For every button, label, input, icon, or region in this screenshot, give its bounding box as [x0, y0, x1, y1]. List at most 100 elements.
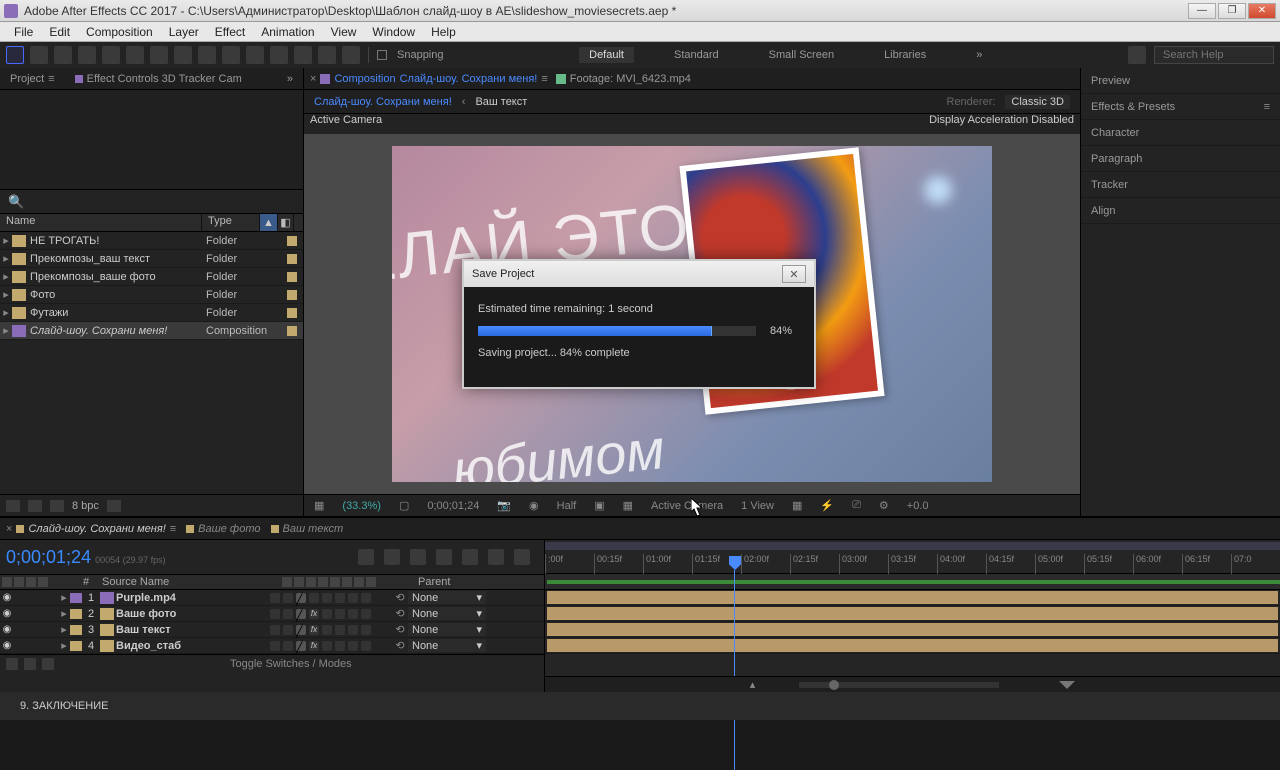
project-row[interactable]: ▸ФотоFolder	[0, 286, 303, 304]
views-dropdown[interactable]: 1 View	[737, 500, 778, 512]
new-folder-icon[interactable]	[28, 500, 42, 512]
workspace-overflow-icon[interactable]: »	[966, 47, 992, 63]
pixel-aspect-icon[interactable]: ▦	[788, 499, 806, 512]
frame-blend-switch[interactable]	[322, 609, 332, 619]
layer-name[interactable]: Ваш текст	[116, 624, 268, 636]
bpc-toggle[interactable]: 8 bpc	[72, 500, 99, 512]
panel-tracker[interactable]: Tracker	[1081, 172, 1280, 198]
zoom-tool-icon[interactable]	[78, 46, 96, 64]
project-row[interactable]: ▸Слайд-шоу. Сохрани меня!Composition	[0, 322, 303, 340]
toggle-switches-modes[interactable]: Toggle Switches / Modes	[60, 658, 538, 670]
anchor-tool-icon[interactable]	[150, 46, 168, 64]
tab-composition-viewer[interactable]: × Composition Слайд-шоу. Сохрани меня! ≡	[310, 73, 548, 85]
fx-switch[interactable]: fx	[309, 625, 319, 635]
project-item-label[interactable]	[287, 236, 297, 246]
project-item-label[interactable]	[287, 272, 297, 282]
twirl-icon[interactable]: ▸	[0, 270, 12, 283]
col-header-name[interactable]: Name	[0, 214, 202, 231]
trash-icon[interactable]	[107, 500, 121, 512]
dialog-title-bar[interactable]: Save Project ✕	[464, 261, 814, 287]
parent-pickwhip-icon[interactable]: ⟲	[392, 607, 408, 620]
snapping-checkbox[interactable]	[377, 50, 387, 60]
pen-tool-icon[interactable]	[198, 46, 216, 64]
resolution-dropdown[interactable]: Half	[553, 500, 581, 512]
project-row[interactable]: ▸Прекомпозы_ваше фотоFolder	[0, 268, 303, 286]
visibility-toggle[interactable]: ◉	[0, 608, 14, 619]
brush-tool-icon[interactable]	[246, 46, 264, 64]
flow-comp-link[interactable]: Слайд-шоу. Сохрани меня!	[314, 96, 452, 108]
workspace-default[interactable]: Default	[579, 47, 634, 63]
parent-dropdown[interactable]: None▾	[408, 639, 486, 652]
twirl-icon[interactable]: ▸	[0, 234, 12, 247]
frame-blend-switch[interactable]	[322, 593, 332, 603]
motion-blur-switch[interactable]	[335, 593, 345, 603]
panel-menu-icon[interactable]: ≡	[1264, 101, 1270, 113]
layer-color-label[interactable]	[70, 593, 82, 603]
search-timeline-icon[interactable]	[358, 549, 374, 565]
3d-switch[interactable]	[361, 641, 371, 651]
workspace-small-screen[interactable]: Small Screen	[759, 47, 844, 63]
work-area-bar[interactable]	[545, 542, 1280, 550]
fx-switch[interactable]: fx	[309, 609, 319, 619]
roi-icon[interactable]: ▣	[590, 499, 608, 512]
parent-dropdown[interactable]: None▾	[408, 623, 486, 636]
timecode-display[interactable]: 0;00;01;24	[423, 500, 483, 512]
alpha-toggle-icon[interactable]: ▦	[310, 499, 328, 512]
switch-col-8[interactable]	[366, 577, 376, 587]
3d-switch[interactable]	[361, 593, 371, 603]
lock-col-icon[interactable]	[38, 577, 48, 587]
snapshot-icon[interactable]: 📷	[493, 499, 515, 512]
timeline-zoom-slider[interactable]	[799, 682, 999, 688]
menu-animation[interactable]: Animation	[253, 23, 322, 41]
search-icon[interactable]: 🔍	[8, 194, 24, 210]
channel-icon[interactable]: ◉	[525, 499, 543, 512]
layer-duration-bar[interactable]	[545, 590, 1280, 606]
timeline-layer[interactable]: ◉▸1Purple.mp4╱⟲None▾	[0, 590, 544, 606]
adjustment-switch[interactable]	[348, 593, 358, 603]
layer-name[interactable]: Видео_стаб	[116, 640, 268, 652]
3d-switch[interactable]	[361, 625, 371, 635]
frame-blend-switch[interactable]	[322, 625, 332, 635]
timeline-right[interactable]: :00f00:15f01:00f01:15f02:00f02:15f03:00f…	[545, 540, 1280, 692]
video-col-icon[interactable]	[2, 577, 12, 587]
menu-composition[interactable]: Composition	[78, 23, 161, 41]
col-header-sort-icon[interactable]: ▲	[260, 214, 278, 231]
layer-color-label[interactable]	[70, 641, 82, 651]
hand-tool-icon[interactable]	[54, 46, 72, 64]
tab-close-icon[interactable]: ×	[310, 73, 316, 85]
puppet-tool-icon[interactable]	[342, 46, 360, 64]
twirl-icon[interactable]: ▸	[0, 306, 12, 319]
visibility-toggle[interactable]: ◉	[0, 592, 14, 603]
collapse-switch[interactable]	[283, 609, 293, 619]
collapse-switch[interactable]	[283, 641, 293, 651]
transparency-grid-icon[interactable]: ▦	[619, 499, 637, 512]
quality-switch[interactable]: ╱	[296, 593, 306, 603]
timeline-layer[interactable]: ◉▸4Видео_стаб╱fx⟲None▾	[0, 638, 544, 654]
menu-help[interactable]: Help	[423, 23, 464, 41]
roto-tool-icon[interactable]	[318, 46, 336, 64]
motion-blur-switch[interactable]	[335, 641, 345, 651]
flowchart-icon[interactable]: ⚙	[875, 499, 893, 512]
minimize-button[interactable]: —	[1188, 3, 1216, 19]
switch-col-4[interactable]	[318, 577, 328, 587]
magnification-dropdown[interactable]: (33.3%)	[338, 500, 385, 512]
fx-switch[interactable]	[309, 593, 319, 603]
frame-blend-icon[interactable]	[462, 549, 478, 565]
flow-nested-link[interactable]: Ваш текст	[475, 96, 527, 108]
switch-col-1[interactable]	[282, 577, 292, 587]
adjustment-switch[interactable]	[348, 609, 358, 619]
renderer-value[interactable]: Classic 3D	[1005, 95, 1070, 109]
tab-project[interactable]: Project ≡	[0, 71, 65, 87]
draft3d-icon[interactable]	[410, 549, 426, 565]
parent-pickwhip-icon[interactable]: ⟲	[392, 639, 408, 652]
menu-view[interactable]: View	[323, 23, 365, 41]
project-item-label[interactable]	[287, 326, 297, 336]
timeline-layer[interactable]: ◉▸3Ваш текст╱fx⟲None▾	[0, 622, 544, 638]
motion-blur-icon[interactable]	[488, 549, 504, 565]
workspace-libraries[interactable]: Libraries	[874, 47, 936, 63]
motion-blur-footer-icon[interactable]	[42, 658, 54, 670]
layer-color-label[interactable]	[70, 625, 82, 635]
layer-twirl-icon[interactable]: ▸	[58, 607, 70, 620]
layer-twirl-icon[interactable]: ▸	[58, 591, 70, 604]
frame-blend-footer-icon[interactable]	[24, 658, 36, 670]
